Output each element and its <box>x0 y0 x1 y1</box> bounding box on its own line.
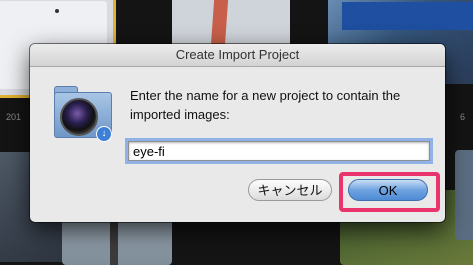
camera-lens-icon <box>60 98 98 136</box>
cancel-button[interactable]: キャンセル <box>248 179 332 201</box>
photo-thumbnail[interactable] <box>455 150 473 240</box>
project-name-input[interactable]: eye-fi <box>125 138 433 164</box>
dialog-title: Create Import Project <box>30 44 445 67</box>
ok-button-highlight <box>339 172 440 212</box>
thumbnail-caption: 201 <box>6 112 22 122</box>
thumbnail-detail <box>55 9 59 13</box>
thumbnail-caption: 6 <box>460 112 466 122</box>
dialog-message: Enter the name for a new project to cont… <box>130 88 401 122</box>
thumbnail-image <box>342 2 473 30</box>
camera-folder-icon: ↓ <box>52 80 114 142</box>
download-arrow-icon: ↓ <box>96 126 112 142</box>
